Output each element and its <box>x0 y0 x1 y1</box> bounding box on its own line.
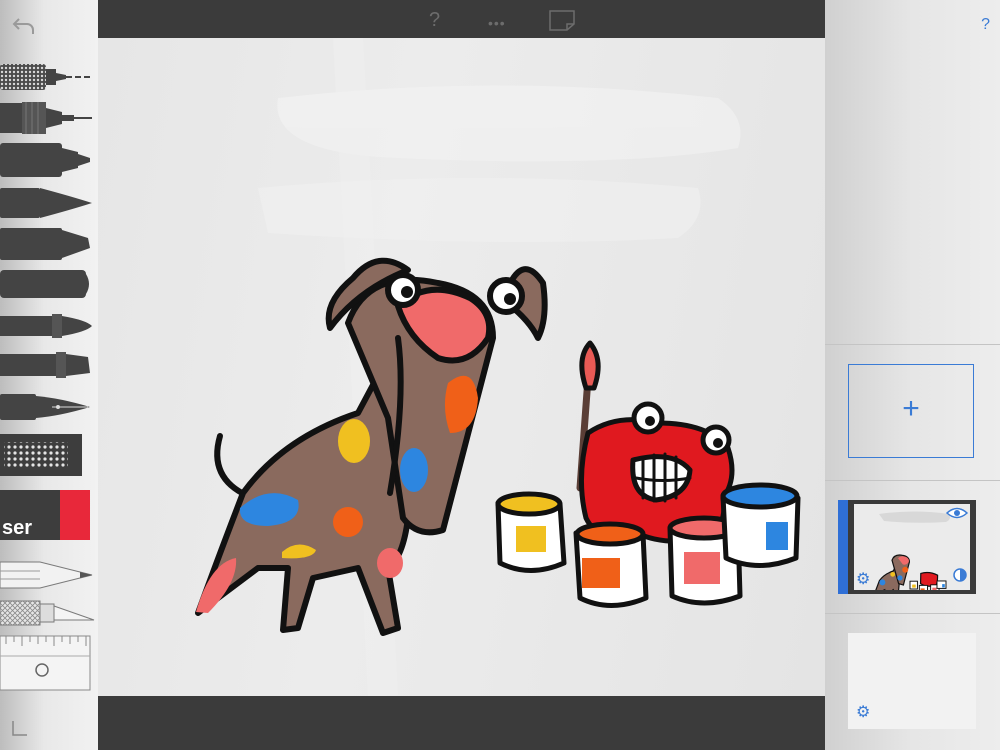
panel-divider <box>825 344 1000 345</box>
sketch-strokes <box>258 85 741 242</box>
help-button[interactable]: ? <box>429 10 440 30</box>
layer-visibility-icon[interactable] <box>945 506 969 525</box>
fountain-pen-icon[interactable] <box>0 392 96 422</box>
paper-icon[interactable] <box>549 9 575 35</box>
layer-thumbnail: ⚙ <box>854 504 970 590</box>
layer-item-blank[interactable]: ⚙ <box>848 633 976 729</box>
paint-creature <box>576 340 735 544</box>
watercolor-brush-icon[interactable] <box>0 312 96 340</box>
dog-drawing <box>195 257 548 636</box>
dotted-texture-icon[interactable] <box>0 432 96 478</box>
pencil-icon[interactable] <box>0 558 96 592</box>
top-toolbar: ? ••• <box>98 0 825 38</box>
expand-corner-icon[interactable] <box>10 718 30 738</box>
marker-icon[interactable] <box>0 142 96 178</box>
panel-divider <box>825 613 1000 614</box>
eraser-icon[interactable]: ser <box>0 488 96 542</box>
bottom-toolbar <box>98 696 825 750</box>
layer-selected-indicator <box>838 500 848 594</box>
brush-pen-icon[interactable] <box>0 186 96 220</box>
artwork <box>195 38 801 696</box>
flat-brush-icon[interactable] <box>0 350 96 380</box>
eraser-label: ser <box>2 517 32 539</box>
add-layer-label: + <box>902 392 920 425</box>
more-button[interactable]: ••• <box>488 13 506 33</box>
layer-blend-icon[interactable] <box>952 567 968 588</box>
layers-help-button[interactable]: ? <box>981 16 990 34</box>
technical-pen-icon[interactable] <box>0 62 96 92</box>
felt-tip-icon[interactable] <box>0 268 96 300</box>
chisel-marker-icon[interactable] <box>0 226 96 262</box>
knife-icon[interactable] <box>0 598 96 628</box>
drawing-canvas[interactable] <box>98 38 825 696</box>
layer-panel: ? + ⚙ ⚙ <box>825 0 1000 750</box>
panel-divider <box>825 480 1000 481</box>
fineliner-icon[interactable] <box>0 100 96 136</box>
layer-settings-icon[interactable]: ⚙ <box>856 705 870 721</box>
tool-rail: ser <box>0 0 98 750</box>
layer-settings-icon[interactable]: ⚙ <box>856 572 870 588</box>
layer-item-drawing[interactable]: ⚙ <box>838 500 976 594</box>
ruler-icon[interactable] <box>0 634 96 692</box>
undo-icon[interactable] <box>10 12 38 40</box>
add-layer-button[interactable]: + <box>848 364 974 458</box>
